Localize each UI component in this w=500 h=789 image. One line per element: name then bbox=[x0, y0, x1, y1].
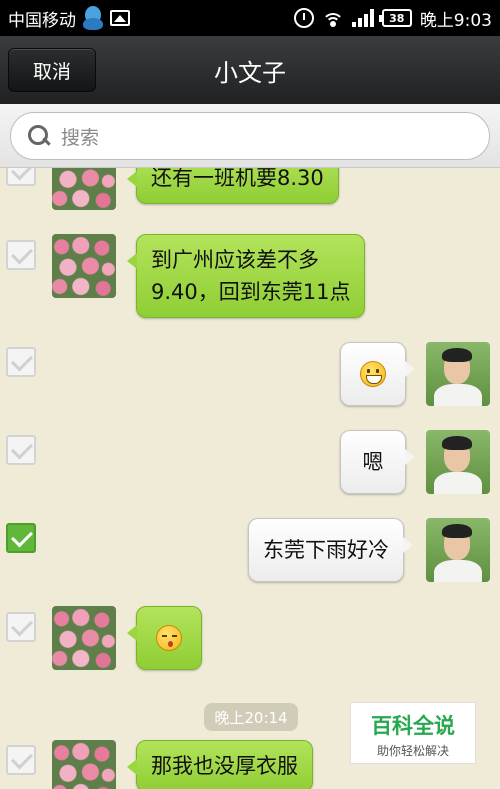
alarm-icon bbox=[293, 8, 314, 28]
timestamp-badge: 晚上20:14 bbox=[204, 703, 298, 731]
carrier-name: 中国移动 bbox=[8, 10, 76, 31]
battery-level: 38 bbox=[389, 11, 405, 25]
clock: 晚上9:03 bbox=[419, 10, 492, 31]
my-avatar[interactable] bbox=[426, 342, 490, 406]
grin-icon bbox=[360, 361, 386, 387]
message-bubble[interactable]: 那我也没厚衣服 bbox=[127, 740, 313, 789]
qq-icon bbox=[82, 6, 104, 30]
message-bubble[interactable] bbox=[127, 606, 202, 670]
message-checkbox-checked[interactable] bbox=[6, 523, 36, 553]
message-checkbox[interactable] bbox=[6, 347, 36, 377]
chat-list: 还有一班机要8.30 到广州应该差不多 9.40，回到东莞11点 嗯 东莞下雨好… bbox=[0, 168, 500, 789]
kiss-icon bbox=[156, 625, 182, 651]
image-notification-icon bbox=[110, 10, 130, 26]
message-checkbox[interactable] bbox=[6, 435, 36, 465]
message-checkbox[interactable] bbox=[6, 240, 36, 270]
search-icon bbox=[27, 124, 51, 148]
my-avatar[interactable] bbox=[426, 430, 490, 494]
contact-avatar[interactable] bbox=[52, 740, 116, 789]
message-checkbox[interactable] bbox=[6, 168, 36, 186]
title-bar: 取消 小文子 bbox=[0, 36, 500, 104]
wifi-icon bbox=[321, 9, 344, 27]
search-input[interactable]: 搜索 bbox=[10, 112, 490, 160]
watermark-subtitle: 助你轻松解决 bbox=[376, 744, 449, 758]
my-avatar[interactable] bbox=[426, 518, 490, 582]
watermark-logo: 百科全说 助你轻松解决 bbox=[350, 702, 476, 764]
message-bubble[interactable]: 到广州应该差不多 9.40，回到东莞11点 bbox=[126, 234, 366, 318]
signal-icon bbox=[351, 9, 374, 27]
contact-avatar[interactable] bbox=[52, 606, 116, 670]
watermark-title: 百科全说 bbox=[371, 714, 455, 738]
search-bar: 搜索 bbox=[0, 104, 500, 168]
status-bar: 中国移动 38 晚上9:03 bbox=[0, 0, 500, 36]
message-line: 9.40，回到东莞11点 bbox=[151, 280, 351, 304]
message-bubble[interactable] bbox=[340, 342, 415, 406]
battery-icon: 38 bbox=[378, 9, 412, 27]
cancel-button[interactable]: 取消 bbox=[8, 48, 96, 92]
message-bubble[interactable]: 东莞下雨好冷 bbox=[248, 518, 413, 582]
message-bubble[interactable]: 还有一班机要8.30 bbox=[127, 168, 339, 204]
message-checkbox[interactable] bbox=[6, 612, 36, 642]
search-placeholder: 搜索 bbox=[61, 126, 100, 149]
message-checkbox[interactable] bbox=[6, 745, 36, 775]
contact-avatar[interactable] bbox=[52, 234, 116, 298]
message-line: 到广州应该差不多 bbox=[151, 248, 319, 272]
message-bubble[interactable]: 嗯 bbox=[340, 430, 415, 494]
contact-avatar[interactable] bbox=[52, 168, 116, 210]
